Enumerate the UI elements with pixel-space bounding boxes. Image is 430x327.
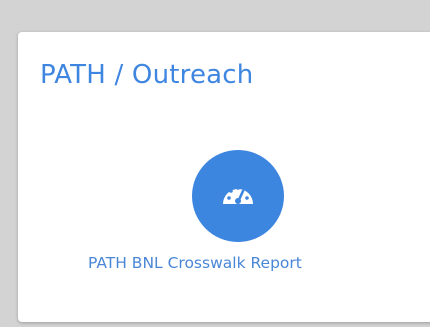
- report-label[interactable]: PATH BNL Crosswalk Report: [88, 254, 388, 272]
- report-tile-path-bnl-crosswalk[interactable]: PATH BNL Crosswalk Report: [88, 150, 348, 290]
- speedometer-icon: [220, 180, 256, 212]
- panel-title: PATH / Outreach: [40, 60, 254, 90]
- outreach-panel: PATH / Outreach PATH BNL Crosswalk Repor…: [18, 32, 430, 322]
- report-icon-circle[interactable]: [192, 150, 284, 242]
